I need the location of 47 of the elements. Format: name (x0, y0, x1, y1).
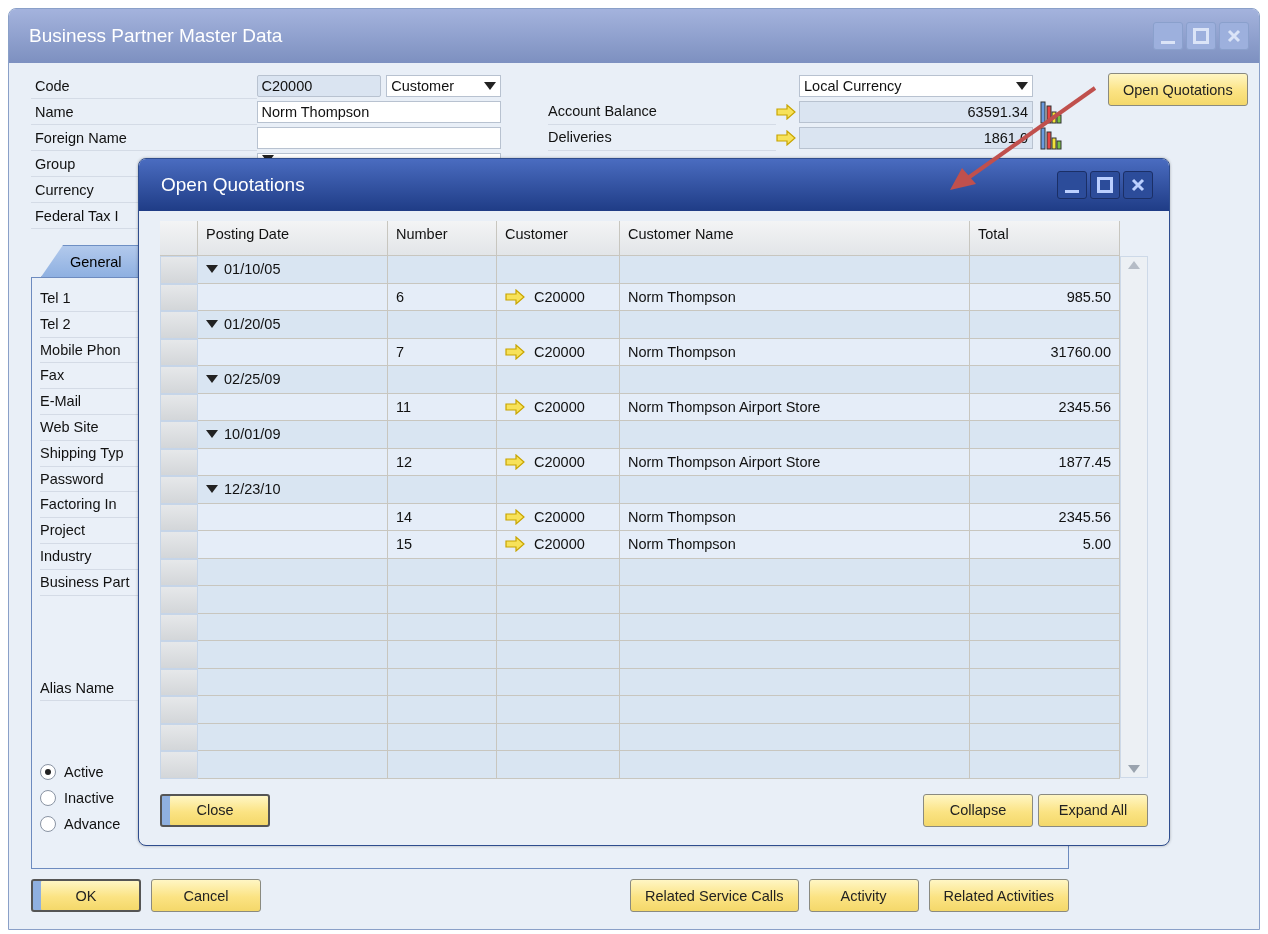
column-header[interactable]: Customer (497, 221, 620, 256)
table-cell: Norm Thompson (620, 531, 970, 559)
table-cell: C20000 (497, 531, 620, 559)
push-button[interactable]: OK (31, 879, 141, 912)
field-label: Foreign Name (31, 125, 257, 151)
push-button[interactable]: Related Activities (928, 879, 1069, 912)
radio-label: Active (64, 764, 104, 781)
push-button[interactable]: Collapse (923, 793, 1033, 827)
radio-label: Inactive (64, 790, 114, 807)
table-cell: 12/23/10 (198, 476, 388, 504)
item-row[interactable]: 15 C20000 Norm Thompson 5.00 (160, 531, 1120, 559)
field-label: Code (31, 73, 257, 99)
item-row[interactable]: 7 C20000 Norm Thompson 31760.00 (160, 338, 1120, 366)
item-row[interactable]: 14 C20000 Norm Thompson 2345.56 (160, 503, 1120, 531)
code-field[interactable]: C20000 (256, 75, 382, 97)
column-header[interactable]: Number (388, 221, 497, 256)
group-row[interactable]: 12/23/10 (160, 476, 1120, 504)
push-button[interactable]: Cancel (151, 879, 261, 912)
radio-label: Advance (64, 816, 121, 833)
window-title: Business Partner Master Data (29, 25, 284, 47)
push-button[interactable]: Close (160, 793, 270, 827)
currency-dropdown[interactable]: Local Currency (799, 75, 1033, 97)
table-cell: 15 (388, 531, 497, 559)
item-row[interactable]: 12 C20000 Norm Thompson Airport Store 1877.45 (160, 448, 1120, 476)
table-cell: 10/01/09 (198, 421, 388, 449)
group-row[interactable]: 01/10/05 (160, 256, 1120, 284)
open-quotations-button[interactable]: Open Quotations (1108, 73, 1248, 106)
table-cell: 01/10/05 (198, 256, 388, 284)
field-label: Deliveries (548, 125, 776, 151)
field-label: Name (31, 99, 257, 125)
group-row[interactable]: 01/20/05 (160, 311, 1120, 339)
text-field[interactable]: Norm Thompson (256, 101, 501, 123)
group-row[interactable]: 02/25/09 (160, 366, 1120, 394)
column-header[interactable]: Customer Name (620, 221, 970, 256)
column-header[interactable]: Posting Date (198, 221, 388, 256)
dropdown[interactable]: Customer (386, 75, 501, 97)
column-header[interactable]: Total (970, 221, 1120, 256)
item-row[interactable]: 11 C20000 Norm Thompson Airport Store 2345.56 (160, 393, 1120, 421)
push-button[interactable]: Expand All (1038, 793, 1148, 827)
table-cell: 02/25/09 (198, 366, 388, 394)
table-cell: 01/20/05 (198, 311, 388, 339)
push-button[interactable]: Activity (808, 879, 919, 912)
item-row[interactable]: 6 C20000 Norm Thompson 985.50 (160, 283, 1120, 311)
push-button[interactable]: Related Service Calls (629, 879, 799, 912)
field-label: Account Balance (548, 99, 776, 125)
amount-field: 63591.34 (799, 101, 1033, 123)
group-row[interactable]: 10/01/09 (160, 421, 1120, 449)
